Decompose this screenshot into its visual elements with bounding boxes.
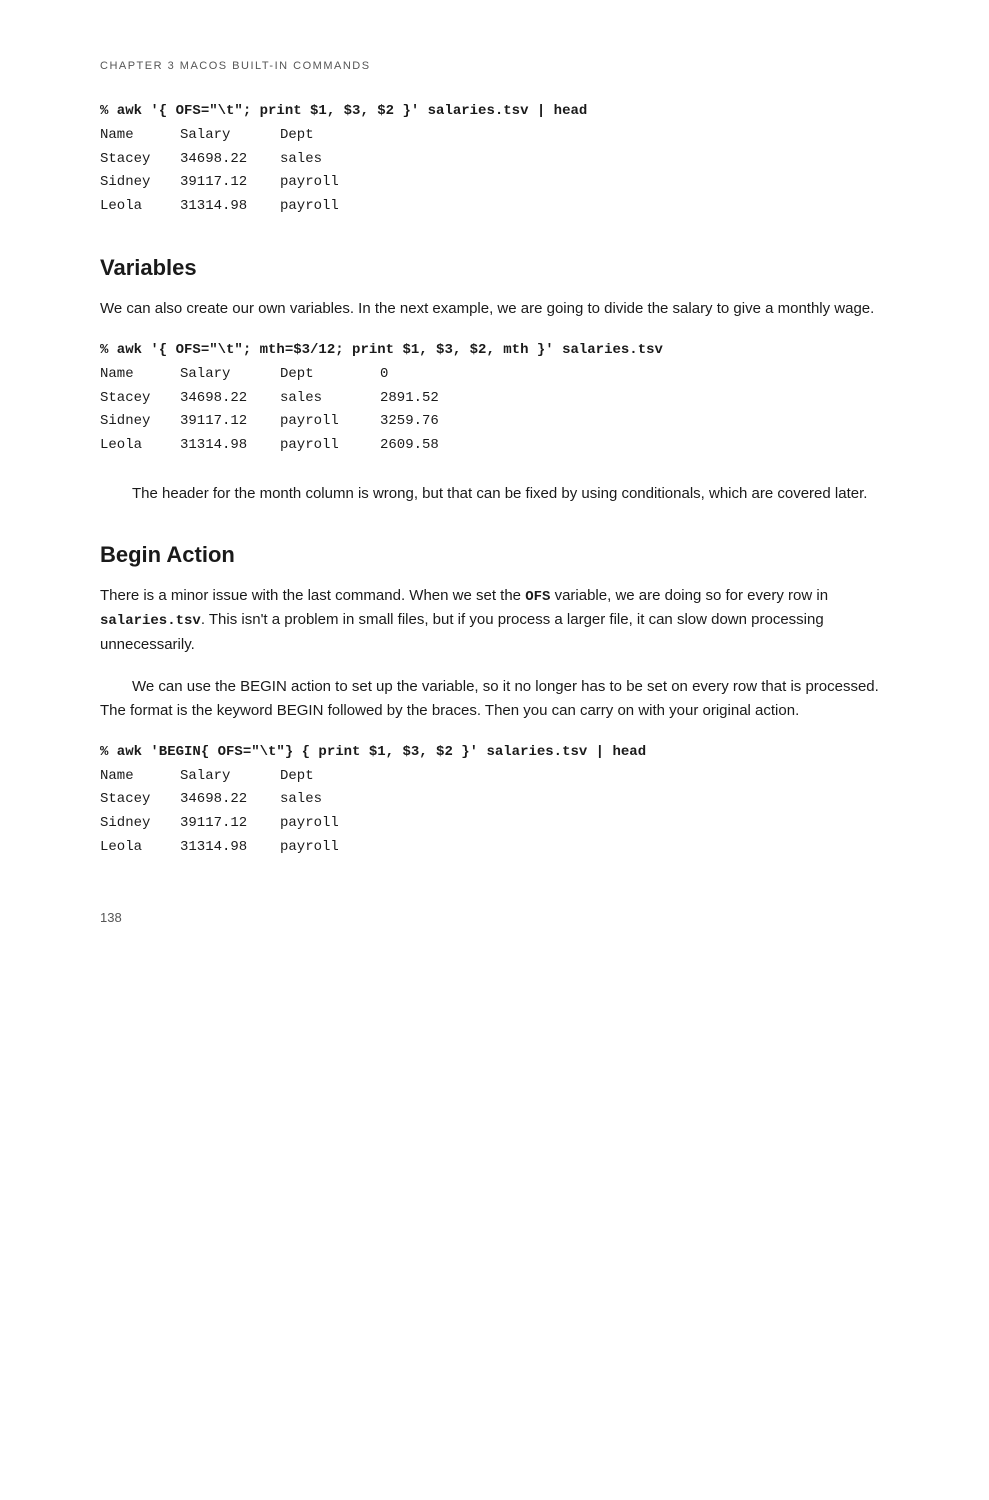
code-output-2: NameSalaryDept0 Stacey34698.22sales2891.… [100,363,889,458]
table-row: Stacey34698.22sales [100,788,889,812]
section-title-variables: Variables [100,255,889,281]
begin-body-1-text-suffix: . This isn't a problem in small files, b… [100,611,824,652]
begin-inline-code-2: BEGIN [277,702,324,719]
code-block-1: % awk '{ OFS="\t"; print $1, $3, $2 }' s… [100,100,889,219]
code-cmd-1: % awk '{ OFS="\t"; print $1, $3, $2 }' s… [100,100,889,124]
table-row: Leola31314.98payroll [100,836,889,860]
text-after-code2: The header for the month column is wrong… [100,482,889,506]
code-output-1: NameSalaryDept Stacey34698.22sales Sidne… [100,124,889,219]
begin-body-1: There is a minor issue with the last com… [100,584,889,657]
table-row: Sidney39117.12payroll [100,171,889,195]
table-row: NameSalaryDept0 [100,363,889,387]
table-row: Leola31314.98payroll [100,195,889,219]
begin-body-2: We can use the BEGIN action to set up th… [100,675,889,723]
code-block-3: % awk 'BEGIN{ OFS="\t"} { print $1, $3, … [100,741,889,860]
salaries-tsv-inline-code: salaries.tsv [100,613,201,629]
begin-body-1-text-prefix: There is a minor issue with the last com… [100,587,525,604]
code-output-3: NameSalaryDept Stacey34698.22sales Sidne… [100,765,889,860]
ofs-inline-code: OFS [525,589,550,605]
table-row: NameSalaryDept [100,765,889,789]
code-cmd-3: % awk 'BEGIN{ OFS="\t"} { print $1, $3, … [100,741,889,765]
chapter-header: CHAPTER 3 MACOS BUILT-IN COMMANDS [100,60,889,72]
begin-body-2-prefix: We can use the [132,678,240,695]
begin-body-1-text-mid: variable, we are doing so for every row … [550,587,828,604]
code-cmd-2: % awk '{ OFS="\t"; mth=$3/12; print $1, … [100,339,889,363]
table-row: Leola31314.98payroll2609.58 [100,434,889,458]
variables-body-text: We can also create our own variables. In… [100,297,889,321]
table-row: NameSalaryDept [100,124,889,148]
table-row: Sidney39117.12payroll3259.76 [100,410,889,434]
begin-body-2-suffix: followed by the braces. Then you can car… [323,702,799,719]
table-row: Stacey34698.22sales [100,148,889,172]
page-number: 138 [100,910,889,925]
table-row: Stacey34698.22sales2891.52 [100,387,889,411]
begin-inline-code-1: BEGIN [240,678,287,695]
table-row: Sidney39117.12payroll [100,812,889,836]
code-block-2: % awk '{ OFS="\t"; mth=$3/12; print $1, … [100,339,889,458]
section-title-begin-action: Begin Action [100,542,889,568]
